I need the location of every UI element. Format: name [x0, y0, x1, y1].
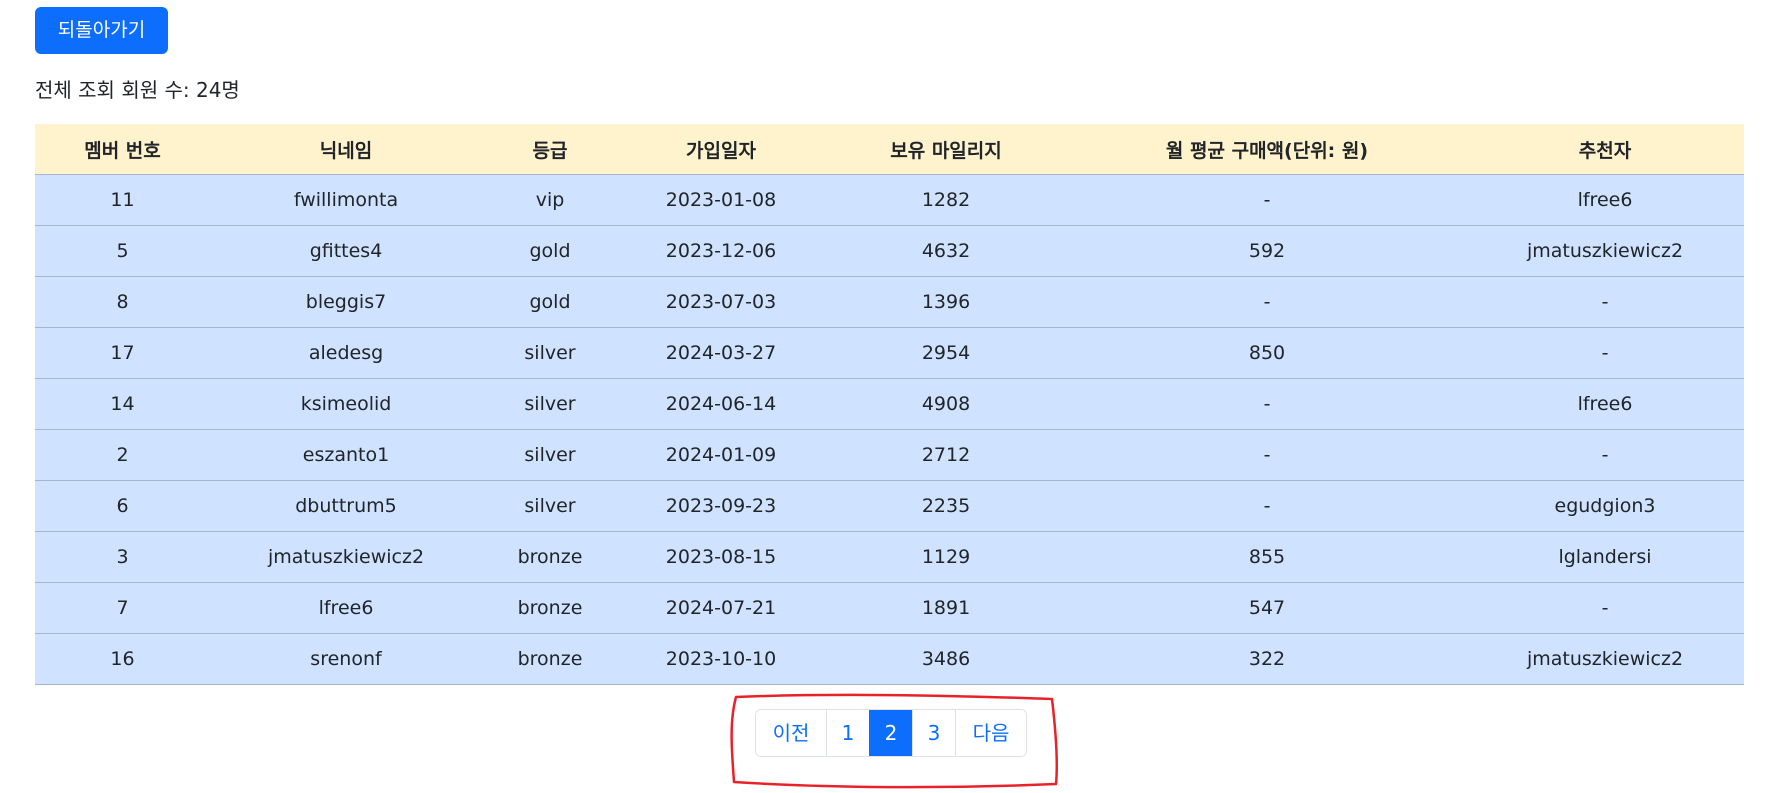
cell-join-date: 2024-03-27 — [618, 327, 824, 379]
cell-join-date: 2023-12-06 — [618, 225, 824, 277]
cell-grade: gold — [482, 225, 618, 277]
cell-nickname: bleggis7 — [210, 276, 482, 328]
cell-nickname: fwillimonta — [210, 174, 482, 226]
cell-recommender: - — [1466, 429, 1744, 481]
cell-grade: silver — [482, 378, 618, 430]
cell-grade: silver — [482, 429, 618, 481]
pagination-page-2-active[interactable]: 2 — [869, 710, 912, 756]
cell-member-number: 6 — [35, 480, 210, 532]
cell-monthly-avg-purchase: - — [1068, 378, 1466, 430]
cell-mileage: 4632 — [824, 225, 1068, 277]
cell-recommender: lfree6 — [1466, 378, 1744, 430]
header-nickname: 닉네임 — [210, 124, 482, 175]
cell-member-number: 2 — [35, 429, 210, 481]
cell-nickname: lfree6 — [210, 582, 482, 634]
cell-recommender: - — [1466, 327, 1744, 379]
table-row: 16 srenonf bronze 2023-10-10 3486 322 jmatuszk… — [35, 633, 1744, 685]
cell-grade: silver — [482, 327, 618, 379]
cell-join-date: 2023-08-15 — [618, 531, 824, 583]
pagination-page-3[interactable]: 3 — [912, 710, 955, 756]
cell-member-number: 3 — [35, 531, 210, 583]
cell-recommender: jmatuszkiewicz2 — [1466, 633, 1744, 685]
table-row: 6 dbuttrum5 silver 2023-09-23 2235- egudgion3 — [35, 480, 1744, 532]
cell-mileage: 4908 — [824, 378, 1068, 430]
cell-recommender: lglandersi — [1466, 531, 1744, 583]
cell-mileage: 2954 — [824, 327, 1068, 379]
cell-monthly-avg-purchase: 850 — [1068, 327, 1466, 379]
cell-grade: vip — [482, 174, 618, 226]
table-row: 17 aledesg silver 2024-03-27 2954 850- — [35, 327, 1744, 379]
cell-recommender: - — [1466, 276, 1744, 328]
cell-recommender: egudgion3 — [1466, 480, 1744, 532]
cell-mileage: 2235 — [824, 480, 1068, 532]
pagination: 이전 1 2 3 다음 — [755, 709, 1027, 757]
cell-join-date: 2024-07-21 — [618, 582, 824, 634]
table-row: 14 ksimeolid silver 2024-06-14 4908- lfree6 — [35, 378, 1744, 430]
cell-mileage: 1891 — [824, 582, 1068, 634]
cell-join-date: 2023-07-03 — [618, 276, 824, 328]
cell-join-date: 2023-01-08 — [618, 174, 824, 226]
cell-nickname: dbuttrum5 — [210, 480, 482, 532]
cell-mileage: 2712 — [824, 429, 1068, 481]
member-table: 멤버 번호 닉네임 등급 가입일자 보유 마일리지 월 평균 구매액(단위: 원… — [35, 124, 1744, 685]
table-row: 8 bleggis7 gold 2023-07-03 1396- - — [35, 276, 1744, 328]
cell-nickname: gfittes4 — [210, 225, 482, 277]
cell-grade: gold — [482, 276, 618, 328]
table-header-row: 멤버 번호 닉네임 등급 가입일자 보유 마일리지 월 평균 구매액(단위: 원… — [35, 124, 1744, 175]
cell-member-number: 7 — [35, 582, 210, 634]
member-count-summary: 전체 조회 회원 수: 24명 — [35, 78, 240, 102]
cell-member-number: 5 — [35, 225, 210, 277]
table-row: 5 gfittes4 gold 2023-12-06 4632 592 jmatuszkie… — [35, 225, 1744, 277]
cell-monthly-avg-purchase: 547 — [1068, 582, 1466, 634]
cell-member-number: 16 — [35, 633, 210, 685]
cell-member-number: 17 — [35, 327, 210, 379]
cell-join-date: 2024-01-09 — [618, 429, 824, 481]
cell-monthly-avg-purchase: 322 — [1068, 633, 1466, 685]
pagination-prev-button[interactable]: 이전 — [756, 710, 826, 756]
cell-monthly-avg-purchase: - — [1068, 429, 1466, 481]
cell-recommender: - — [1466, 582, 1744, 634]
cell-nickname: ksimeolid — [210, 378, 482, 430]
cell-nickname: eszanto1 — [210, 429, 482, 481]
cell-nickname: jmatuszkiewicz2 — [210, 531, 482, 583]
cell-monthly-avg-purchase: - — [1068, 276, 1466, 328]
cell-grade: bronze — [482, 582, 618, 634]
cell-nickname: srenonf — [210, 633, 482, 685]
header-monthly-avg-purchase: 월 평균 구매액(단위: 원) — [1068, 124, 1466, 175]
table-row: 2 eszanto1 silver 2024-01-09 2712- - — [35, 429, 1744, 481]
cell-mileage: 1129 — [824, 531, 1068, 583]
cell-mileage: 3486 — [824, 633, 1068, 685]
pagination-next-button[interactable]: 다음 — [955, 710, 1026, 756]
header-mileage: 보유 마일리지 — [824, 124, 1068, 175]
table-row: 3 jmatuszkiewicz2 bronze 2023-08-15 1129 855 l… — [35, 531, 1744, 583]
cell-mileage: 1396 — [824, 276, 1068, 328]
cell-monthly-avg-purchase: 855 — [1068, 531, 1466, 583]
cell-monthly-avg-purchase: - — [1068, 480, 1466, 532]
pagination-page-1[interactable]: 1 — [826, 710, 869, 756]
cell-member-number: 14 — [35, 378, 210, 430]
cell-grade: bronze — [482, 531, 618, 583]
cell-member-number: 8 — [35, 276, 210, 328]
cell-grade: silver — [482, 480, 618, 532]
cell-member-number: 11 — [35, 174, 210, 226]
header-member-number: 멤버 번호 — [35, 124, 210, 175]
cell-monthly-avg-purchase: - — [1068, 174, 1466, 226]
table-row: 7 lfree6 bronze 2024-07-21 1891 547- — [35, 582, 1744, 634]
table-row: 11 fwillimonta vip 2023-01-08 1282- lfree6 — [35, 174, 1744, 226]
back-button[interactable]: 되돌아가기 — [35, 7, 168, 54]
header-join-date: 가입일자 — [618, 124, 824, 175]
cell-recommender: lfree6 — [1466, 174, 1744, 226]
cell-join-date: 2023-09-23 — [618, 480, 824, 532]
cell-join-date: 2024-06-14 — [618, 378, 824, 430]
cell-recommender: jmatuszkiewicz2 — [1466, 225, 1744, 277]
cell-mileage: 1282 — [824, 174, 1068, 226]
header-grade: 등급 — [482, 124, 618, 175]
header-recommender: 추천자 — [1466, 124, 1744, 175]
cell-monthly-avg-purchase: 592 — [1068, 225, 1466, 277]
cell-grade: bronze — [482, 633, 618, 685]
cell-join-date: 2023-10-10 — [618, 633, 824, 685]
cell-nickname: aledesg — [210, 327, 482, 379]
